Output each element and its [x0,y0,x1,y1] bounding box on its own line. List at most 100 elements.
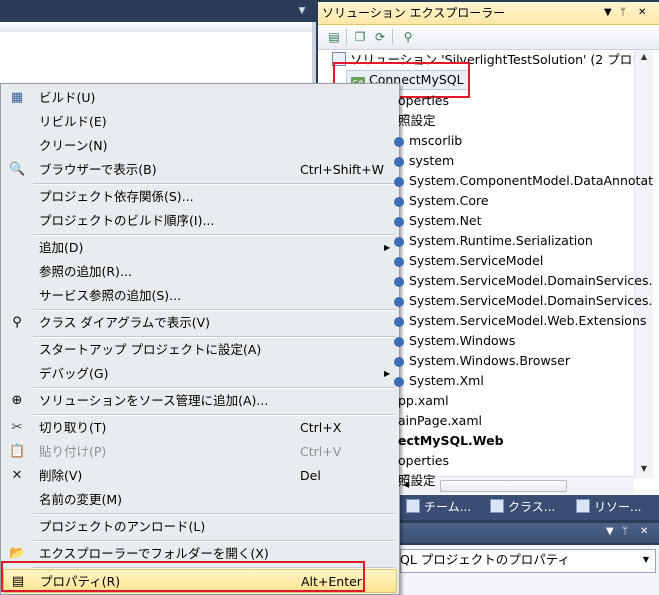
class-diagram-icon[interactable]: ⚲ [400,29,416,45]
tree-item-label: ainPage.xaml [398,413,482,428]
vertical-scrollbar[interactable]: ▲ ▼ [634,50,653,478]
tree-item[interactable]: pp.xaml [398,391,449,411]
menu-item-shortcut: Del [300,468,321,483]
menu-item-shortcut: Ctrl+V [300,444,342,459]
tree-item[interactable]: System.Core [394,191,489,211]
window-position-dropdown-icon[interactable]: ▼ [606,526,614,537]
menu-item-ビルド[interactable]: ▦ ビルド(U) [3,86,397,110]
tree-item[interactable]: System.ServiceModel.Web.Extensions [394,311,646,331]
scroll-down-arrow-icon[interactable]: ▼ [639,464,649,473]
menu-item-プロジェクト依存関係[interactable]: プロジェクト依存関係(S)... [3,185,397,209]
reference-icon [394,296,404,307]
tree-item[interactable]: ainPage.xaml [398,411,482,431]
tree-item-label: System.ServiceModel.DomainServices. [409,293,653,308]
menu-item-クラス-ダイアグラムで表示[interactable]: ⚲ クラス ダイアグラムで表示(V) [3,311,397,335]
submenu-arrow-icon: ▶ [384,369,391,378]
tree-item[interactable]: System.Net [394,211,482,231]
menu-item-shortcut: Ctrl+Shift+W [300,162,384,177]
menu-item-label: プロジェクトのビルド順序(I)... [39,213,215,228]
menu-item-切り取り[interactable]: ✂ 切り取り(T) Ctrl+X [3,416,397,440]
tree-item[interactable]: operties [398,91,449,111]
menu-item-スタートアップ-プロジェクトに設定[interactable]: スタートアップ プロジェクトに設定(A) [3,338,397,362]
menu-item-プロジェクトのアンロード[interactable]: プロジェクトのアンロード(L) [3,515,397,539]
tree-item[interactable]: System.ServiceModel.DomainServices. [394,291,652,311]
active-files-dropdown-icon[interactable]: ▼ [296,6,308,16]
tab-class-view[interactable]: クラス... [490,498,555,516]
tree-item[interactable]: system [394,151,454,171]
close-icon[interactable]: ✕ [640,526,648,537]
tree-item[interactable]: 照設定 [398,111,436,131]
reference-icon [394,276,404,287]
reference-icon [394,336,404,347]
menu-item-サービス参照の追加[interactable]: サービス参照の追加(S)... [3,284,397,308]
browser-icon: 🔍 [9,162,26,177]
submenu-arrow-icon: ▶ [384,243,391,252]
tree-item-label: System.Core [409,193,489,208]
menu-item-名前の変更[interactable]: 名前の変更(M) [3,488,397,512]
reference-icon [394,356,404,367]
reference-icon [394,216,404,227]
menu-item-label: ソリューションをソース管理に追加(A)... [39,393,269,408]
delete-icon: ✕ [11,468,23,483]
build-icon: ▦ [10,90,24,105]
window-position-dropdown-icon[interactable]: ▼ [604,2,612,24]
menu-item-label: ビルド(U) [39,90,96,105]
tree-item-label: System.Windows.Browser [409,353,571,368]
chevron-down-icon[interactable]: ▼ [638,549,654,571]
scroll-up-arrow-icon[interactable]: ▲ [639,52,649,61]
document-tab-strip [0,0,316,22]
tree-item[interactable]: System.Runtime.Serialization [394,231,593,251]
close-icon[interactable]: ✕ [638,2,646,24]
menu-item-label: デバッグ(G) [39,366,109,381]
tree-item-label: operties [398,453,449,468]
tree-item[interactable]: ectMySQL.Web [398,431,504,451]
auto-hide-pin-icon[interactable]: ᛘ [622,526,628,537]
menu-item-リビルド[interactable]: リビルド(E) [3,110,397,134]
menu-item-貼り付け: 📋 貼り付け(P) Ctrl+V [3,440,397,464]
tree-item[interactable]: 照設定 [398,471,436,491]
show-all-files-icon[interactable]: ❐ [352,29,368,45]
menu-item-label: 参照の追加(R)... [39,264,132,279]
tree-item[interactable]: mscorlib [394,131,462,151]
properties-icon[interactable]: ▤ [326,29,342,45]
properties-object-selector[interactable]: QL プロジェクトのプロパティ ▼ [400,545,659,595]
tree-item-label: System.Net [409,213,482,228]
refresh-icon[interactable]: ⟳ [372,29,388,45]
menu-item-shortcut: Ctrl+X [300,420,342,435]
reference-icon [394,316,404,327]
tree-item[interactable]: System.ServiceModel [394,251,543,271]
solution-explorer-title: ソリューション エクスプローラー [322,6,506,20]
menu-item-label: スタートアップ プロジェクトに設定(A) [39,342,262,357]
tree-item-label: System.ServiceModel.Web.Extensions [409,313,647,328]
auto-hide-pin-icon[interactable]: ᛘ [620,2,626,24]
menu-item-クリーン[interactable]: クリーン(N) [3,134,397,158]
menu-item-追加[interactable]: 追加(D) ▶ [3,236,397,260]
tree-item-label: pp.xaml [398,393,449,408]
menu-item-label: プロジェクト依存関係(S)... [39,189,194,204]
solution-explorer-toolbar: ▤ ❐ ⟳ ⚲ [318,25,659,50]
menu-item-label: 切り取り(T) [39,420,107,435]
tree-item[interactable]: operties [398,451,449,471]
menu-item-label: 貼り付け(P) [39,444,107,459]
tree-item[interactable]: System.Windows.Browser [394,351,570,371]
tree-item[interactable]: System.Xml [394,371,484,391]
menu-item-ソリューションをソース管理に追加[interactable]: ⊕ ソリューションをソース管理に追加(A)... [3,389,397,413]
tree-item[interactable]: System.Windows [394,331,515,351]
toolbar-separator [392,29,393,45]
menu-item-label: クラス ダイアグラムで表示(V) [39,315,211,330]
tree-item[interactable]: System.ComponentModel.DataAnnotat [394,171,653,191]
tree-item[interactable]: System.ServiceModel.DomainServices. [394,271,652,291]
menu-item-デバッグ[interactable]: デバッグ(G) ▶ [3,362,397,386]
tab-resource-view[interactable]: リソー... [576,498,641,516]
tab-team-explorer[interactable]: チーム... [406,498,471,516]
menu-item-削除[interactable]: ✕ 削除(V) Del [3,464,397,488]
menu-item-プロジェクトのビルド順序[interactable]: プロジェクトのビルド順序(I)... [3,209,397,233]
tree-item-label: system [409,153,455,168]
menu-item-参照の追加[interactable]: 参照の追加(R)... [3,260,397,284]
reference-icon [394,196,404,207]
scrollbar-thumb[interactable] [440,480,567,492]
team-explorer-icon [406,499,420,513]
paste-icon: 📋 [9,444,26,459]
tree-item-label: System.Runtime.Serialization [409,233,593,248]
menu-item-ブラウザーで表示[interactable]: 🔍 ブラウザーで表示(B) Ctrl+Shift+W [3,158,397,182]
